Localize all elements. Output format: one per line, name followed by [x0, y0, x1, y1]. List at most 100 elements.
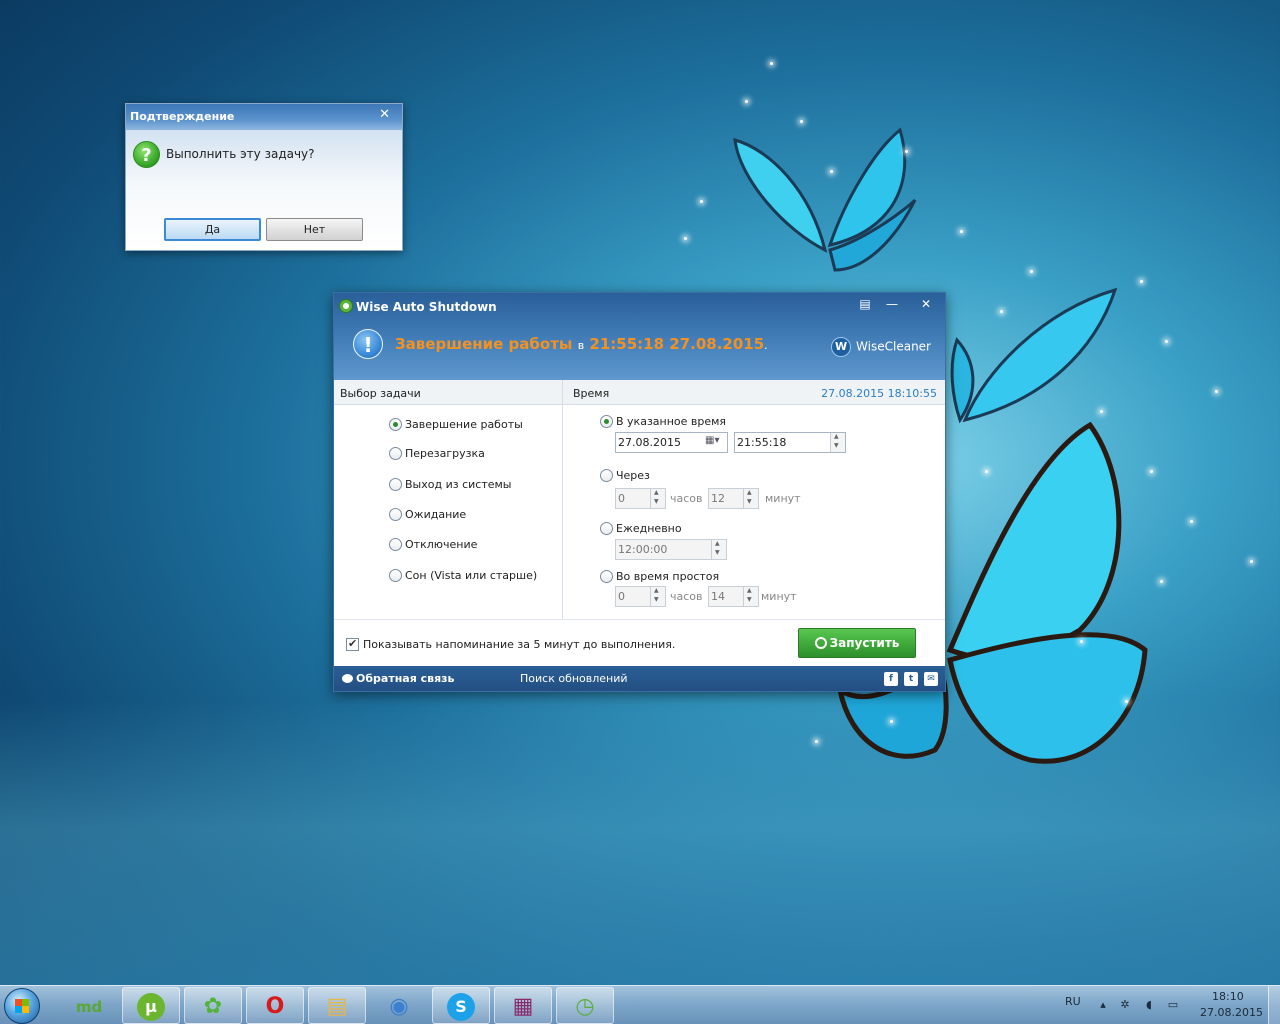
wisecleaner-brand[interactable]: W WiseCleaner — [831, 337, 931, 357]
taskbar-skype[interactable]: S — [432, 987, 490, 1024]
taskbar-explorer[interactable]: ▤ — [308, 987, 366, 1024]
radio-dot — [389, 508, 402, 521]
schedule-daily-radio[interactable]: Ежедневно — [600, 522, 682, 535]
minutes-unit: минут — [765, 492, 801, 505]
taskbar-mydrive[interactable]: md — [60, 987, 118, 1024]
confirm-title: Подтверждение — [130, 110, 235, 123]
sparkle — [830, 170, 833, 173]
opera-icon: O — [265, 994, 285, 1019]
sparkle — [960, 230, 963, 233]
sparkle — [1165, 340, 1168, 343]
hours-spinner[interactable] — [650, 489, 665, 508]
clock-time[interactable]: 18:10 — [1212, 990, 1244, 1003]
after-minutes-input[interactable]: 12 — [708, 488, 759, 509]
sparkle — [1140, 280, 1143, 283]
icq-icon: ✿ — [203, 994, 223, 1019]
twitter-icon[interactable]: t — [904, 672, 918, 686]
close-icon[interactable]: ✕ — [379, 107, 390, 122]
sparkle — [800, 120, 803, 123]
task-logoff-radio[interactable]: Выход из системы — [389, 478, 511, 491]
no-button[interactable]: Нет — [266, 218, 363, 241]
task-shutdown-radio[interactable]: Завершение работы — [389, 418, 523, 431]
idle-hours-spinner[interactable] — [650, 587, 665, 606]
task-standby-radio[interactable]: Ожидание — [389, 508, 466, 521]
sparkle — [1125, 700, 1128, 703]
menu-icon[interactable]: ▤ — [853, 295, 877, 313]
time-input[interactable]: 21:55:18 — [734, 432, 846, 453]
action-row: Показывать напоминание за 5 минут до вып… — [334, 619, 945, 666]
clock-date[interactable]: 27.08.2015 — [1200, 1006, 1263, 1019]
date-picker[interactable]: 27.08.2015 ▦▾ — [615, 432, 728, 453]
taskbar-icq[interactable]: ✿ — [184, 987, 242, 1024]
schedule-label: Ежедневно — [616, 522, 682, 535]
schedule-idle-radio[interactable]: Во время простоя — [600, 570, 719, 583]
time-header-label: Время — [573, 387, 610, 400]
yes-button[interactable]: Да — [164, 218, 261, 241]
sparkle — [1100, 410, 1103, 413]
idle-hours-unit: часов — [670, 590, 703, 603]
idle-hours-input[interactable]: 0 — [615, 586, 666, 607]
after-hours-input[interactable]: 0 — [615, 488, 666, 509]
window-header: Wise Auto Shutdown ▤ — ✕ ! Завершение ра… — [334, 293, 945, 380]
task-list: Завершение работы Перезагрузка Выход из … — [334, 405, 563, 619]
display-icon[interactable]: ▭ — [1166, 998, 1180, 1012]
check-updates-link[interactable]: Поиск обновлений — [520, 672, 628, 685]
idle-minutes-input[interactable]: 14 — [708, 586, 759, 607]
task-label: Отключение — [405, 538, 478, 551]
minutes-spinner[interactable] — [743, 489, 758, 508]
sparkle — [1215, 390, 1218, 393]
task-poweroff-radio[interactable]: Отключение — [389, 538, 477, 551]
close-icon[interactable]: ✕ — [914, 295, 938, 313]
status-period: . — [764, 339, 768, 352]
show-hidden-icons-icon[interactable]: ▴ — [1096, 998, 1110, 1012]
sparkle — [890, 720, 893, 723]
reminder-checkbox[interactable]: Показывать напоминание за 5 минут до вып… — [346, 637, 675, 651]
after-hours-value: 0 — [618, 492, 625, 505]
language-indicator[interactable]: RU — [1065, 995, 1081, 1008]
facebook-icon[interactable]: f — [884, 672, 898, 686]
daily-spinner[interactable] — [711, 540, 726, 559]
calendar-icon[interactable]: ▦▾ — [705, 435, 725, 450]
task-restart-radio[interactable]: Перезагрузка — [389, 447, 485, 460]
network-share-icon[interactable]: ✲ — [1118, 998, 1132, 1012]
confirm-body: ? Выполнить эту задачу? Да Нет — [126, 130, 402, 250]
taskbar-opera[interactable]: O — [246, 987, 304, 1024]
date-value: 27.08.2015 — [618, 436, 681, 449]
sparkle — [985, 470, 988, 473]
speech-bubble-icon — [342, 674, 353, 683]
daily-time-input[interactable]: 12:00:00 — [615, 539, 727, 560]
radio-dot — [389, 478, 402, 491]
time-spinner[interactable] — [830, 433, 845, 452]
feedback-label: Обратная связь — [356, 672, 455, 685]
task-label: Сон (Vista или старше) — [405, 569, 538, 582]
confirm-titlebar[interactable]: Подтверждение ✕ — [126, 104, 402, 130]
idle-minutes-spinner[interactable] — [743, 587, 758, 606]
status-datetime: 21:55:18 27.08.2015 — [589, 335, 765, 353]
schedule-label: Во время простоя — [616, 570, 720, 583]
hours-unit: часов — [670, 492, 703, 505]
schedule-after-radio[interactable]: Через — [600, 469, 650, 482]
taskbar-utorrent[interactable]: µ — [122, 987, 180, 1024]
shutdown-status: Завершение работы в 21:55:18 27.08.2015. — [395, 335, 768, 353]
window-title: Wise Auto Shutdown — [356, 300, 497, 314]
minimize-icon[interactable]: — — [880, 295, 904, 313]
schedule-at-time-radio[interactable]: В указанное время — [600, 415, 726, 428]
status-action: Завершение работы — [395, 335, 573, 353]
email-icon[interactable]: ✉ — [924, 672, 938, 686]
wise-auto-shutdown-window: Wise Auto Shutdown ▤ — ✕ ! Завершение ра… — [333, 292, 946, 692]
idle-minutes-unit: минут — [761, 590, 797, 603]
volume-icon[interactable]: ◖ — [1142, 998, 1156, 1012]
task-sleep-radio[interactable]: Сон (Vista или старше) — [389, 569, 537, 582]
start-button[interactable] — [4, 988, 40, 1024]
taskbar-wise-auto-shutdown[interactable]: ◷ — [556, 987, 614, 1024]
task-label: Ожидание — [405, 508, 467, 521]
taskbar-winrar[interactable]: ▦ — [494, 987, 552, 1024]
run-button[interactable]: Запустить — [798, 628, 916, 658]
radio-dot — [600, 469, 613, 482]
feedback-link[interactable]: Обратная связь — [342, 672, 455, 685]
show-desktop-button[interactable] — [1268, 986, 1280, 1024]
taskbar: md µ ✿ O ▤ ◉ S ▦ ◷ RU ▴ ✲ ◖ ▭ 18:10 27.0… — [0, 985, 1280, 1024]
taskbar-browser[interactable]: ◉ — [370, 987, 428, 1024]
sparkle — [1250, 560, 1253, 563]
sparkle — [770, 62, 773, 65]
